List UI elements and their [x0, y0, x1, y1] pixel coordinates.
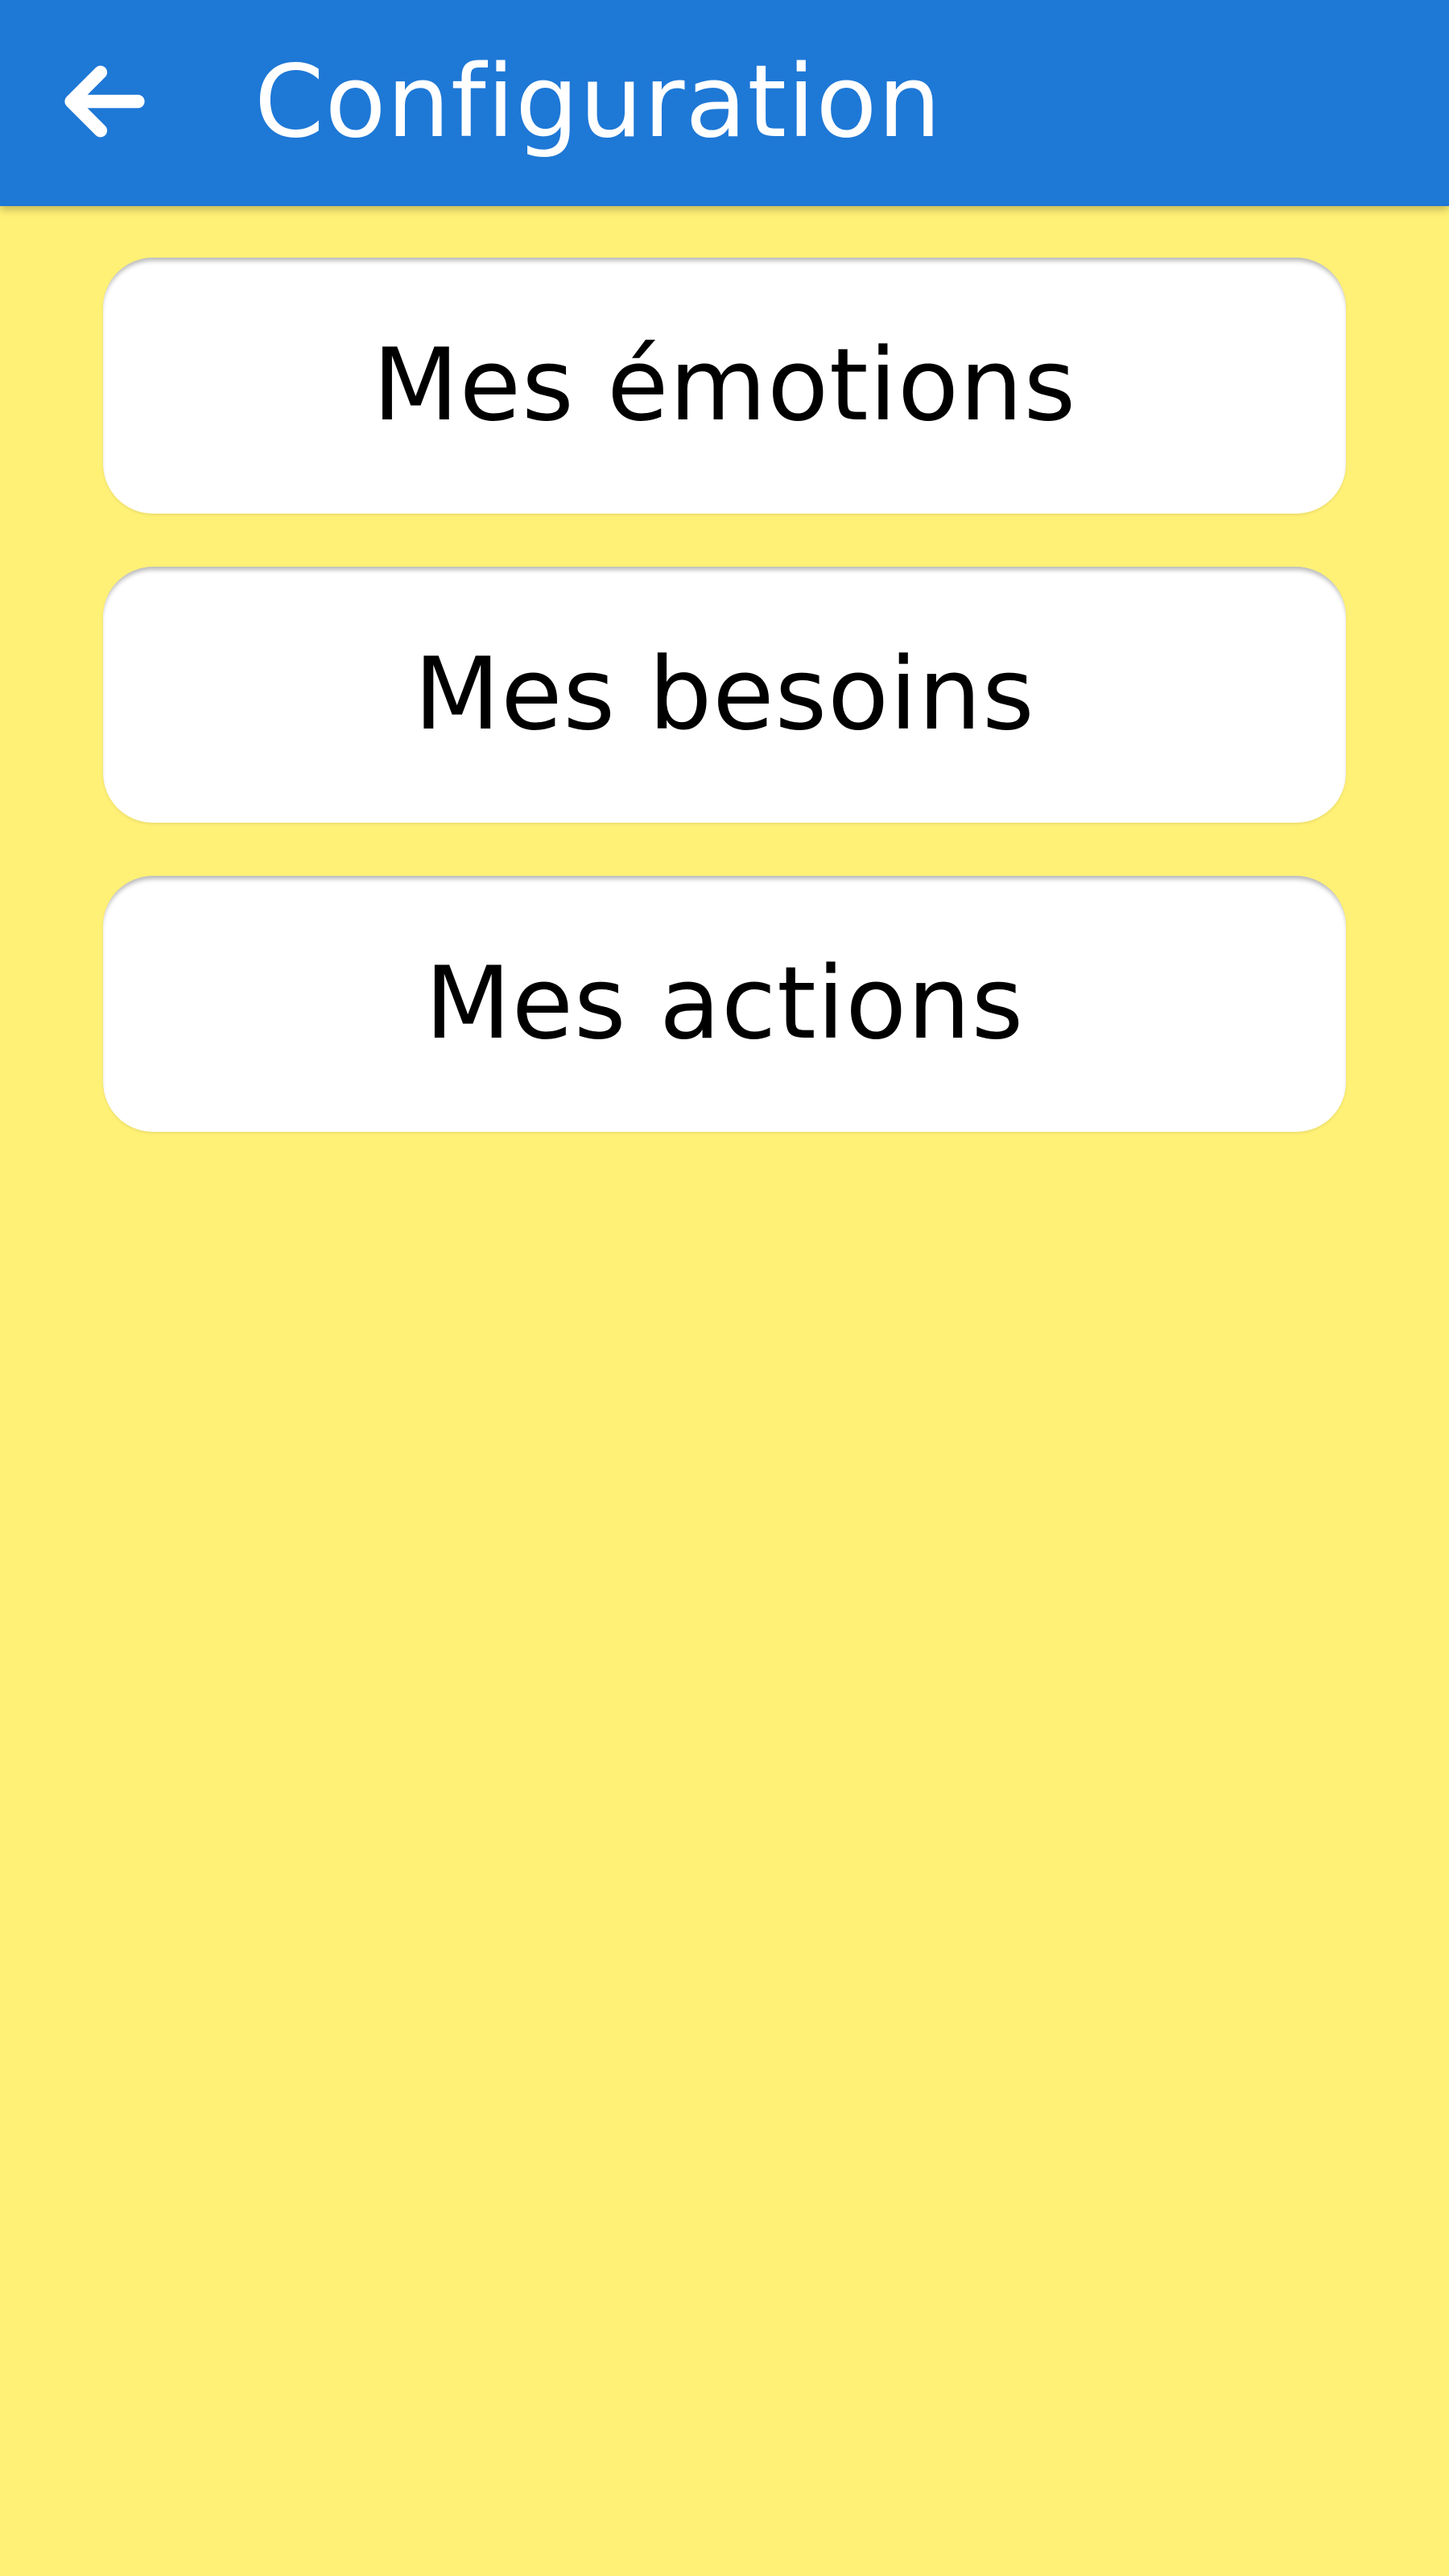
menu-item-label: Mes besoins [414, 637, 1035, 753]
menu-item-label: Mes actions [424, 946, 1025, 1062]
menu-item-actions[interactable]: Mes actions [103, 876, 1346, 1132]
page-title: Configuration [254, 44, 942, 160]
back-button[interactable] [48, 47, 161, 159]
menu-item-emotions[interactable]: Mes émotions [103, 258, 1346, 514]
menu-item-needs[interactable]: Mes besoins [103, 567, 1346, 823]
app-bar: Configuration [0, 0, 1449, 206]
menu-list: Mes émotions Mes besoins Mes actions [103, 258, 1346, 1185]
menu-item-label: Mes émotions [372, 328, 1077, 444]
arrow-left-icon [55, 52, 155, 155]
